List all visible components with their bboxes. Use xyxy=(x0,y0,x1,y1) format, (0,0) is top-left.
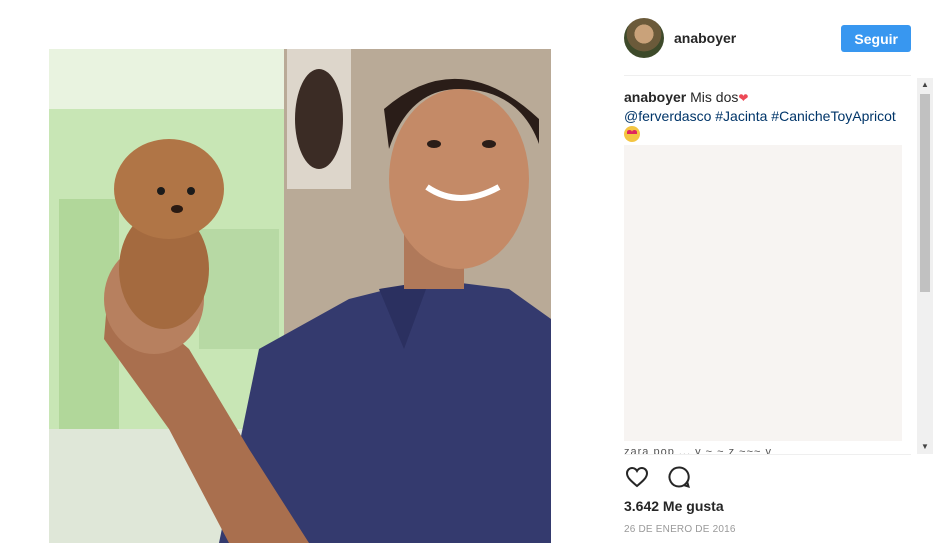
like-button[interactable] xyxy=(624,464,650,490)
follow-button[interactable]: Seguir xyxy=(841,24,911,52)
comment-bubble-icon xyxy=(668,466,690,488)
comment-button[interactable] xyxy=(666,464,692,490)
caption: anaboyer Mis dos❤ @ferverdasco #Jacinta … xyxy=(624,88,917,143)
photo-panel xyxy=(0,0,600,543)
comments-scrollbar[interactable]: ▲ ▼ xyxy=(917,78,933,454)
comments-area: anaboyer Mis dos❤ @ferverdasco #Jacinta … xyxy=(624,88,917,454)
heart-icon xyxy=(625,466,649,488)
post-header: anaboyer Seguir xyxy=(624,14,911,62)
post-sidebar: anaboyer Seguir anaboyer Mis dos❤ @ferve… xyxy=(600,0,937,543)
caption-username[interactable]: anaboyer xyxy=(624,89,686,105)
header-divider xyxy=(624,75,911,76)
action-bar xyxy=(624,464,692,490)
actions-divider xyxy=(624,454,911,455)
heart-emoji-icon: ❤ xyxy=(738,91,749,105)
scroll-thumb[interactable] xyxy=(920,94,930,292)
post-photo[interactable] xyxy=(49,49,551,543)
post-date: 26 DE ENERO DE 2016 xyxy=(624,524,736,535)
header-username[interactable]: anaboyer xyxy=(674,30,841,46)
avatar[interactable] xyxy=(624,18,664,58)
comment-placeholder xyxy=(624,145,902,441)
scroll-down-icon[interactable]: ▼ xyxy=(917,440,933,454)
mention-link[interactable]: @ferverdasco xyxy=(624,108,711,124)
scroll-up-icon[interactable]: ▲ xyxy=(917,78,933,92)
likes-count[interactable]: 3.642 Me gusta xyxy=(624,498,724,514)
cutoff-comment: zara pop ... y ~ ~ z ~~~ v xyxy=(624,446,772,454)
hashtag-link[interactable]: #Jacinta xyxy=(715,108,767,124)
heart-eyes-emoji-icon xyxy=(624,126,640,142)
hashtag-link[interactable]: #CanicheToyApricot xyxy=(771,108,896,124)
caption-text: Mis dos xyxy=(690,89,739,105)
